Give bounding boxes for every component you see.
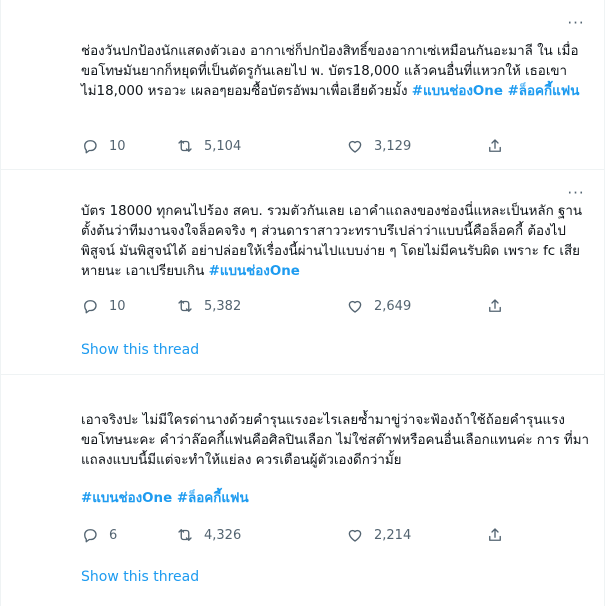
like-button[interactable]: 3,129 (346, 136, 411, 156)
reply-count: 10 (109, 298, 126, 314)
reply-button[interactable]: 10 (81, 296, 126, 316)
share-icon (489, 299, 501, 312)
tweet[interactable]: เอาจริงปะ ไม่มีใครด่านางด้วยคำรุนแรงอะไร… (0, 375, 605, 606)
share-button[interactable] (486, 525, 504, 545)
share-icon (489, 139, 501, 152)
retweet-icon (178, 529, 192, 541)
tweet-body: เอาจริงปะ ไม่มีใครด่านางด้วยคำรุนแรงอะไร… (81, 413, 590, 468)
tweet-text: ช่องวันปกป้องนักแสดงตัวเอง อากาเซ่ก็ปกป้… (81, 42, 591, 102)
retweet-count: 5,104 (204, 138, 242, 154)
share-icon (489, 528, 501, 541)
like-count: 2,214 (374, 527, 412, 543)
share-button[interactable] (486, 296, 504, 316)
tweet[interactable]: ··· บัตร 18000 ทุกคนไปร้อง สคบ. รวมตัวกั… (0, 170, 605, 375)
tweet-feed: ··· ช่องวันปกป้องนักแสดงตัวเอง อากาเซ่ก็… (0, 0, 605, 606)
retweet-button[interactable]: 4,326 (176, 525, 241, 545)
reply-icon (84, 300, 97, 314)
like-count: 3,129 (374, 138, 412, 154)
tweet-text: บัตร 18000 ทุกคนไปร้อง สคบ. รวมตัวกันเลย… (81, 202, 591, 282)
like-icon (348, 300, 362, 313)
hashtags[interactable]: #แบนช่องOne #ล็อคกี้แฟน (412, 84, 580, 99)
like-icon (348, 140, 362, 153)
hashtags[interactable]: #แบนช่องOne (209, 264, 300, 279)
like-button[interactable]: 2,214 (346, 525, 411, 545)
reply-icon (84, 529, 97, 543)
show-thread-link[interactable]: Show this thread (81, 342, 199, 358)
reply-button[interactable]: 10 (81, 136, 126, 156)
tweet-text: เอาจริงปะ ไม่มีใครด่านางด้วยคำรุนแรงอะไร… (81, 411, 591, 471)
share-button[interactable] (486, 136, 504, 156)
retweet-count: 5,382 (204, 298, 242, 314)
more-icon[interactable]: ··· (566, 186, 586, 201)
hashtags[interactable]: #แบนช่องOne #ล็อคกี้แฟน (81, 489, 591, 509)
tweet-actions: 10 5,382 2,649 (81, 296, 521, 316)
reply-count: 6 (109, 527, 118, 543)
like-count: 2,649 (374, 298, 412, 314)
tweet-actions: 10 5,104 3,129 (81, 136, 521, 156)
more-icon[interactable]: ··· (566, 16, 586, 31)
retweet-button[interactable]: 5,104 (176, 136, 241, 156)
tweet[interactable]: ··· ช่องวันปกป้องนักแสดงตัวเอง อากาเซ่ก็… (0, 0, 605, 170)
reply-icon (84, 140, 97, 154)
retweet-icon (178, 300, 192, 312)
retweet-button[interactable]: 5,382 (176, 296, 241, 316)
tweet-body: บัตร 18000 ทุกคนไปร้อง สคบ. รวมตัวกันเลย… (81, 204, 583, 279)
retweet-count: 4,326 (204, 527, 242, 543)
reply-count: 10 (109, 138, 126, 154)
like-button[interactable]: 2,649 (346, 296, 411, 316)
retweet-icon (178, 140, 192, 152)
show-thread-link[interactable]: Show this thread (81, 569, 199, 585)
like-icon (348, 529, 362, 542)
reply-button[interactable]: 6 (81, 525, 117, 545)
tweet-actions: 6 4,326 2,214 (81, 525, 521, 545)
